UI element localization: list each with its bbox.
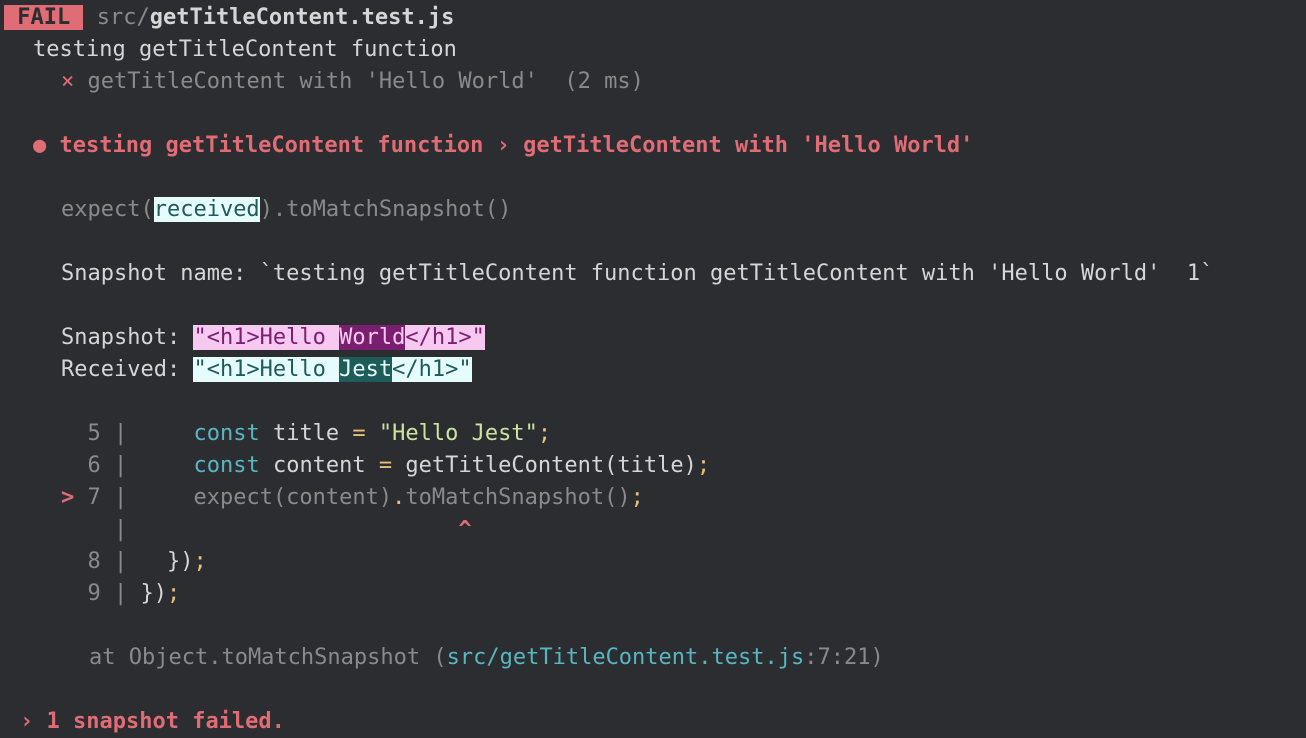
code-line-5: 5 | const title = "Hello Jest"; [61, 421, 552, 446]
fail-header: FAIL src/getTitleContent.test.js [4, 2, 454, 34]
error-line-marker: > [61, 485, 75, 510]
fail-badge: FAIL [4, 5, 84, 30]
fail-x-icon: × [61, 69, 75, 94]
code-line-8: 8 | }); [61, 549, 207, 574]
code-line-6: 6 | const content = getTitleContent(titl… [61, 453, 711, 478]
file-path-name: getTitleContent.test.js [149, 5, 455, 30]
caret-icon: ^ [458, 517, 472, 542]
snapshot-name: Snapshot name: `testing getTitleContent … [61, 261, 1214, 286]
stack-trace: at Object.toMatchSnapshot (src/getTitleC… [89, 645, 884, 670]
describe-title: testing getTitleContent function [33, 37, 457, 62]
expect-line: expect(received).toMatchSnapshot() [61, 197, 512, 222]
failed-test-name: getTitleContent with 'Hello World' [87, 69, 538, 94]
summary-line: › 1 snapshot failed. [20, 706, 285, 738]
failed-test-time: (2 ms) [564, 69, 644, 94]
error-title: testing getTitleContent function › getTi… [59, 133, 974, 158]
received-highlight: received [153, 197, 260, 222]
code-line-7: > 7 | expect(content).toMatchSnapshot(); [61, 485, 644, 510]
snapshot-diff-line: Snapshot: "<h1>Hello World</h1>" [61, 325, 485, 350]
stack-file-link[interactable]: src/getTitleContent.test.js [447, 645, 805, 670]
code-line-9: 9 | }); [61, 581, 181, 606]
received-changed-word: Jest [339, 357, 393, 382]
terminal-output: FAIL src/getTitleContent.test.js testing… [0, 0, 1306, 737]
file-path-dir: src/ [96, 5, 150, 30]
snapshot-changed-word: World [339, 325, 406, 350]
error-title-row: ● testing getTitleContent function › get… [33, 130, 973, 162]
bullet-icon: ● [33, 133, 47, 158]
failed-test-row: × getTitleContent with 'Hello World' (2 … [61, 66, 644, 98]
code-caret-line: | ^ [113, 517, 472, 542]
summary-text: 1 snapshot failed. [46, 709, 285, 734]
summary-arrow-icon: › [20, 709, 34, 734]
received-diff-line: Received: "<h1>Hello Jest</h1>" [61, 357, 472, 382]
